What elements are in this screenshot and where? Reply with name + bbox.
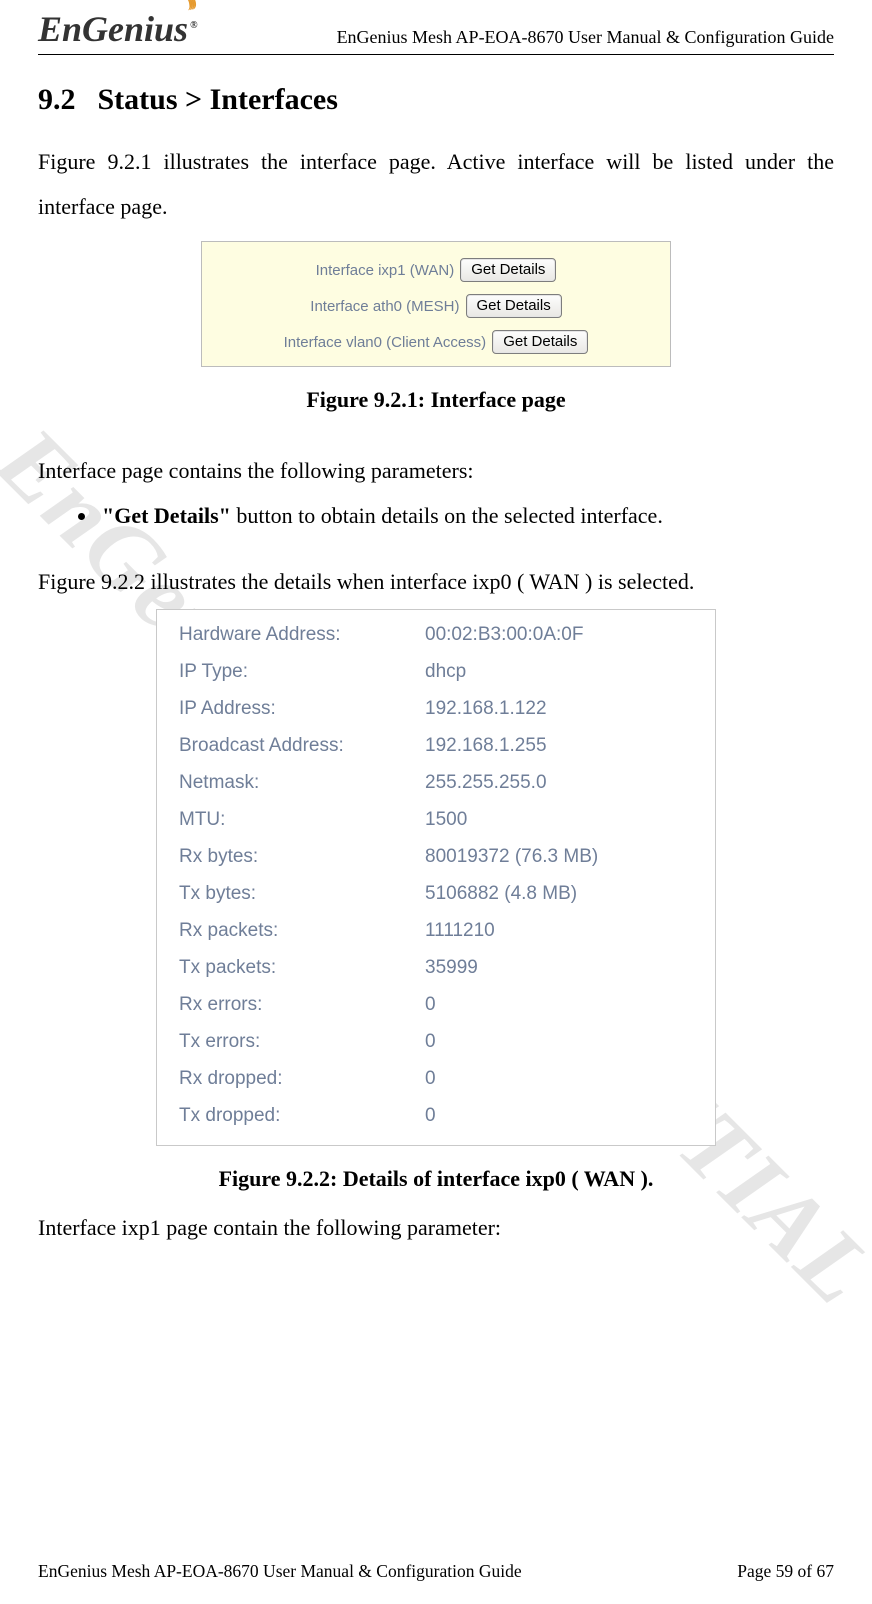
details-label: Broadcast Address:	[179, 735, 425, 757]
paragraph-intro-3: Interface ixp1 page contain the followin…	[38, 1210, 834, 1245]
interface-row-ixp1: Interface ixp1 (WAN) Get Details	[216, 258, 656, 282]
details-row: IP Address:192.168.1.122	[179, 698, 693, 720]
details-row: Rx dropped:0	[179, 1068, 693, 1090]
details-label: Tx bytes:	[179, 883, 425, 905]
details-value: 255.255.255.0	[425, 772, 693, 794]
details-row: Rx bytes:80019372 (76.3 MB)	[179, 846, 693, 868]
details-row: Rx errors:0	[179, 994, 693, 1016]
details-row: IP Type:dhcp	[179, 661, 693, 683]
details-row: Tx dropped:0	[179, 1105, 693, 1127]
section-title: Status > Interfaces	[98, 83, 338, 116]
details-label: Tx errors:	[179, 1031, 425, 1053]
paragraph-intro-1: Figure 9.2.1 illustrates the interface p…	[38, 139, 834, 229]
details-value: 80019372 (76.3 MB)	[425, 846, 693, 868]
figure-9-2-1: Interface ixp1 (WAN) Get Details Interfa…	[201, 241, 671, 367]
details-value: 35999	[425, 957, 693, 979]
details-value: 0	[425, 1068, 693, 1090]
interface-label: Interface vlan0 (Client Access)	[284, 334, 487, 351]
details-label: IP Type:	[179, 661, 425, 683]
details-row: Tx packets:35999	[179, 957, 693, 979]
interface-label: Interface ixp1 (WAN)	[316, 262, 455, 279]
details-value: 0	[425, 994, 693, 1016]
logo: )))) EnGenius®	[38, 8, 204, 50]
details-value: 5106882 (4.8 MB)	[425, 883, 693, 905]
details-row: Hardware Address:00:02:B3:00:0A:0F	[179, 624, 693, 646]
figure-9-2-2-caption: Figure 9.2.2: Details of interface ixp0 …	[38, 1166, 834, 1192]
header-title: EnGenius Mesh AP-EOA-8670 User Manual & …	[337, 27, 834, 50]
details-value: 00:02:B3:00:0A:0F	[425, 624, 693, 646]
details-row: Broadcast Address:192.168.1.255	[179, 735, 693, 757]
details-row: Tx bytes:5106882 (4.8 MB)	[179, 883, 693, 905]
params-list-item: "Get Details" button to obtain details o…	[98, 498, 834, 533]
details-row: Rx packets:1111210	[179, 920, 693, 942]
params-intro: Interface page contains the following pa…	[38, 453, 834, 488]
get-details-button[interactable]: Get Details	[466, 294, 562, 318]
footer-left: EnGenius Mesh AP-EOA-8670 User Manual & …	[38, 1561, 522, 1582]
details-label: MTU:	[179, 809, 425, 831]
details-value: 192.168.1.255	[425, 735, 693, 757]
interface-row-ath0: Interface ath0 (MESH) Get Details	[216, 294, 656, 318]
interface-label: Interface ath0 (MESH)	[310, 298, 459, 315]
params-list: "Get Details" button to obtain details o…	[38, 498, 834, 533]
details-row: Netmask:255.255.255.0	[179, 772, 693, 794]
details-label: Rx packets:	[179, 920, 425, 942]
details-value: 192.168.1.122	[425, 698, 693, 720]
trademark-icon: ®	[190, 20, 197, 31]
figure-9-2-1-caption: Figure 9.2.1: Interface page	[38, 387, 834, 413]
details-label: Rx errors:	[179, 994, 425, 1016]
section-heading: 9.2 Status > Interfaces	[38, 83, 834, 117]
details-label: Tx packets:	[179, 957, 425, 979]
params-bullet-rest: button to obtain details on the selected…	[231, 503, 663, 528]
get-details-button[interactable]: Get Details	[492, 330, 588, 354]
page-footer: EnGenius Mesh AP-EOA-8670 User Manual & …	[38, 1561, 834, 1582]
get-details-button[interactable]: Get Details	[460, 258, 556, 282]
details-label: IP Address:	[179, 698, 425, 720]
footer-right: Page 59 of 67	[737, 1561, 834, 1582]
figure-9-2-2: Hardware Address:00:02:B3:00:0A:0F IP Ty…	[156, 609, 716, 1146]
page-header: )))) EnGenius® EnGenius Mesh AP-EOA-8670…	[38, 8, 834, 55]
logo-text: EnGenius	[38, 9, 188, 49]
details-row: Tx errors:0	[179, 1031, 693, 1053]
details-label: Tx dropped:	[179, 1105, 425, 1127]
section-number: 9.2	[38, 83, 76, 116]
paragraph-intro-2: Figure 9.2.2 illustrates the details whe…	[38, 564, 834, 599]
details-value: 0	[425, 1105, 693, 1127]
details-value: 1111210	[425, 920, 693, 942]
details-label: Rx dropped:	[179, 1068, 425, 1090]
details-value: 0	[425, 1031, 693, 1053]
params-bullet-bold: "Get Details"	[102, 503, 231, 528]
details-label: Netmask:	[179, 772, 425, 794]
interface-row-vlan0: Interface vlan0 (Client Access) Get Deta…	[216, 330, 656, 354]
details-label: Rx bytes:	[179, 846, 425, 868]
details-row: MTU:1500	[179, 809, 693, 831]
details-value: dhcp	[425, 661, 693, 683]
details-value: 1500	[425, 809, 693, 831]
details-label: Hardware Address:	[179, 624, 425, 646]
